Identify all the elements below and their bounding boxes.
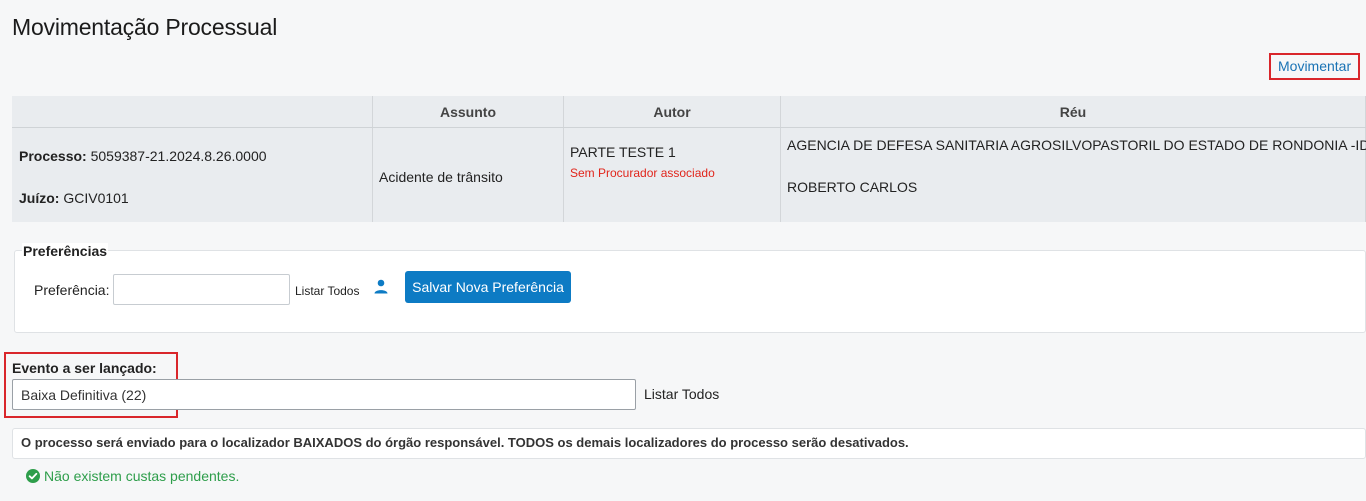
juizo-label: Juízo: bbox=[19, 190, 60, 206]
header-assunto: Assunto bbox=[372, 96, 564, 128]
assunto-value: Acidente de trânsito bbox=[379, 169, 503, 185]
custas-status: Não existem custas pendentes. bbox=[44, 468, 240, 484]
evento-listar-todos-link[interactable]: Listar Todos bbox=[644, 386, 719, 402]
header-reu: Réu bbox=[780, 96, 1366, 128]
table-row: Processo: 5059387-21.2024.8.26.0000 Juíz… bbox=[12, 127, 1366, 222]
autor-note: Sem Procurador associado bbox=[570, 166, 715, 180]
person-icon[interactable] bbox=[373, 278, 389, 294]
autor-name: PARTE TESTE 1 bbox=[570, 144, 676, 160]
processo-cell: Processo: 5059387-21.2024.8.26.0000 Juíz… bbox=[12, 127, 373, 222]
header-autor: Autor bbox=[563, 96, 781, 128]
processo-line: Processo: 5059387-21.2024.8.26.0000 bbox=[19, 148, 267, 164]
check-circle-icon bbox=[26, 469, 40, 483]
autor-cell: PARTE TESTE 1 Sem Procurador associado bbox=[563, 127, 781, 222]
assunto-cell: Acidente de trânsito bbox=[372, 127, 564, 222]
processo-number: 5059387-21.2024.8.26.0000 bbox=[90, 148, 267, 164]
evento-input[interactable] bbox=[12, 379, 636, 410]
preferencia-listar-todos-link[interactable]: Listar Todos bbox=[295, 284, 359, 298]
preferencia-label: Preferência: bbox=[34, 282, 109, 298]
salvar-preferencia-button[interactable]: Salvar Nova Preferência bbox=[405, 271, 571, 303]
preferencias-legend: Preferências bbox=[22, 243, 109, 259]
header-empty bbox=[12, 96, 373, 128]
evento-label: Evento a ser lançado: bbox=[12, 360, 157, 376]
processo-label: Processo: bbox=[19, 148, 87, 164]
preferencia-label-text: Preferência: bbox=[34, 282, 110, 298]
juizo-line: Juízo: GCIV0101 bbox=[19, 190, 129, 206]
reu-1: AGENCIA DE DEFESA SANITARIA AGROSILVOPAS… bbox=[787, 137, 1366, 153]
process-table: Assunto Autor Réu Processo: 5059387-21.2… bbox=[12, 96, 1366, 222]
movimentar-link[interactable]: Movimentar bbox=[1278, 58, 1351, 74]
info-message: O processo será enviado para o localizad… bbox=[21, 435, 909, 450]
reu-2: ROBERTO CARLOS bbox=[787, 179, 918, 195]
juizo-value: GCIV0101 bbox=[63, 190, 129, 206]
preferencia-input[interactable] bbox=[113, 274, 290, 305]
page-title: Movimentação Processual bbox=[12, 14, 278, 40]
reu-cell: AGENCIA DE DEFESA SANITARIA AGROSILVOPAS… bbox=[780, 127, 1366, 222]
